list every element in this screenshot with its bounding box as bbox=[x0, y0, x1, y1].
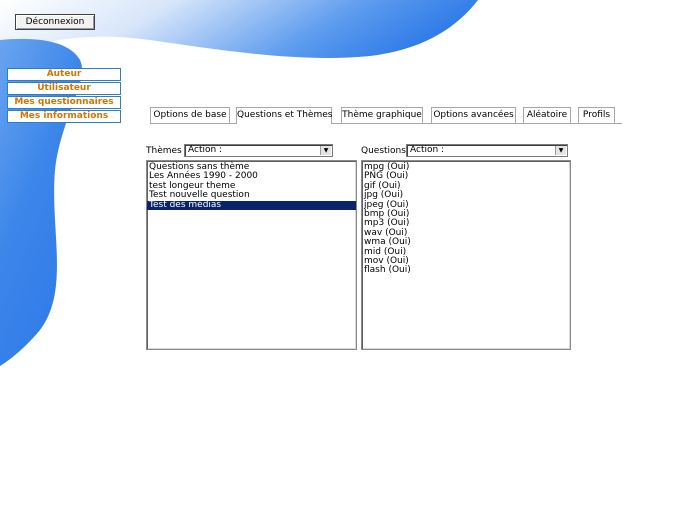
themes-label: Thèmes bbox=[146, 146, 182, 156]
logout-button[interactable]: Déconnexion bbox=[15, 14, 95, 30]
questions-action-select[interactable]: Action : ▼ bbox=[406, 144, 568, 157]
tab-aleatoire[interactable]: Aléatoire bbox=[523, 107, 571, 123]
themes-listbox[interactable]: Questions sans thème Les Années 1990 - 2… bbox=[146, 160, 357, 350]
tab-bar: Options de base Questions et Thèmes Thèm… bbox=[150, 107, 622, 124]
themes-action-value: Action : bbox=[188, 145, 223, 155]
themes-list-item-selected[interactable]: Test des médias bbox=[147, 200, 356, 210]
tab-options-avancees[interactable]: Options avancées bbox=[431, 107, 516, 123]
questions-list-item[interactable]: flash (Oui) bbox=[362, 265, 570, 275]
chevron-down-icon[interactable]: ▼ bbox=[320, 146, 331, 155]
tab-questions-et-themes[interactable]: Questions et Thèmes bbox=[236, 107, 332, 124]
chevron-down-icon[interactable]: ▼ bbox=[555, 146, 566, 155]
side-menu-item-auteur[interactable]: Auteur bbox=[7, 68, 121, 81]
side-menu: Auteur Utilisateur Mes questionnaires Me… bbox=[7, 68, 121, 124]
questions-action-value: Action : bbox=[410, 145, 445, 155]
side-menu-item-mes-questionnaires[interactable]: Mes questionnaires bbox=[7, 96, 121, 109]
questions-label: Questions bbox=[361, 146, 406, 156]
tab-theme-graphique[interactable]: Thème graphique bbox=[341, 107, 423, 123]
side-menu-item-mes-informations[interactable]: Mes informations bbox=[7, 110, 121, 123]
tab-profils[interactable]: Profils bbox=[578, 107, 615, 123]
side-menu-item-utilisateur[interactable]: Utilisateur bbox=[7, 82, 121, 95]
questions-listbox[interactable]: mpg (Oui) PNG (Oui) gif (Oui) jpg (Oui) … bbox=[361, 160, 571, 350]
tab-options-de-base[interactable]: Options de base bbox=[150, 107, 230, 123]
themes-action-select[interactable]: Action : ▼ bbox=[184, 144, 333, 157]
